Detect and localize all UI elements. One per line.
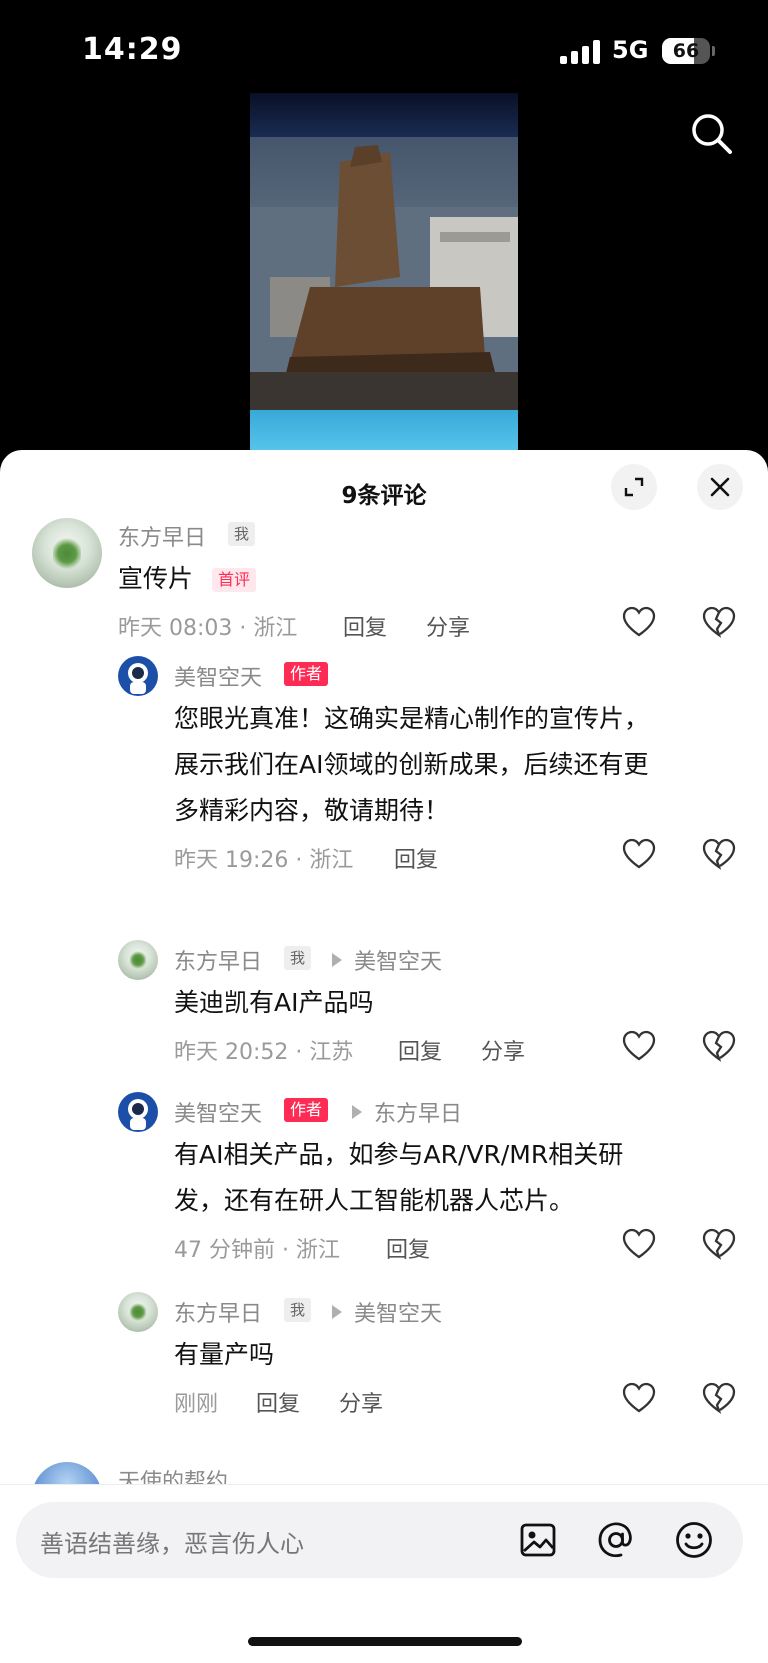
comment-time-location: 昨天 08:03 · 浙江	[118, 616, 298, 641]
reply-username[interactable]: 美智空天	[174, 660, 262, 692]
first-comment-badge: 首评	[212, 568, 257, 592]
reply-time-location: 47 分钟前 · 浙江	[174, 1238, 340, 1263]
reply-text-line-2: 发，还有在研人工智能机器人芯片。	[174, 1186, 575, 1215]
expand-icon	[624, 477, 644, 497]
signal-icon	[560, 40, 602, 64]
network-type: 5G	[612, 36, 649, 64]
reply-username[interactable]: 东方早日	[174, 944, 262, 976]
author-badge: 作者	[284, 1098, 329, 1122]
reply-to-username[interactable]: 美智空天	[354, 944, 442, 976]
reply-to-username[interactable]: 东方早日	[374, 1096, 462, 1128]
reply-arrow-icon	[332, 1305, 342, 1319]
home-indicator	[248, 1637, 522, 1646]
reply-username[interactable]: 东方早日	[174, 1296, 262, 1328]
reply-button[interactable]: 回复	[386, 1232, 430, 1264]
broken-heart-icon[interactable]	[702, 1382, 736, 1414]
close-icon	[710, 477, 730, 497]
comment-input-placeholder: 善语结善缘，恶言伤人心	[40, 1530, 304, 1558]
share-button[interactable]: 分享	[481, 1034, 525, 1066]
me-badge: 我	[284, 1298, 312, 1322]
video-thumbnail[interactable]	[250, 93, 518, 450]
input-divider	[0, 1484, 768, 1485]
comment-input[interactable]: 善语结善缘，恶言伤人心	[16, 1502, 743, 1578]
reply-text-line-2: 展示我们在AI领域的创新成果，后续还有更	[174, 750, 649, 779]
astronaut-icon	[128, 1099, 148, 1130]
reply-arrow-icon	[352, 1105, 362, 1119]
monument-illustration	[250, 145, 518, 412]
battery-level: 66	[672, 40, 700, 62]
reply-username[interactable]: 美智空天	[174, 1096, 262, 1128]
battery-icon: 66	[662, 38, 710, 64]
avatar[interactable]	[32, 518, 102, 588]
reply-time-location: 昨天 19:26 · 浙江	[174, 848, 354, 873]
avatar[interactable]	[118, 656, 158, 696]
expand-button[interactable]	[611, 464, 657, 510]
image-icon[interactable]	[518, 1520, 558, 1560]
share-button[interactable]: 分享	[426, 610, 470, 642]
close-button[interactable]	[697, 464, 743, 510]
reply-to-username[interactable]: 美智空天	[354, 1296, 442, 1328]
avatar[interactable]	[118, 940, 158, 980]
search-icon[interactable]	[690, 112, 734, 156]
avatar[interactable]	[118, 1092, 158, 1132]
reply-time: 刚刚	[174, 1392, 219, 1417]
reply-text-line-1: 有AI相关产品，如参与AR/VR/MR相关研	[174, 1140, 624, 1169]
reply-arrow-icon	[332, 953, 342, 967]
reply-text: 有量产吗	[174, 1340, 275, 1369]
reply-text: 美迪凯有AI产品吗	[174, 988, 374, 1017]
reply-time-location: 昨天 20:52 · 江苏	[174, 1040, 354, 1065]
heart-icon[interactable]	[622, 1382, 656, 1414]
reply-text-line-3: 多精彩内容，敬请期待！	[174, 796, 450, 825]
reply-button[interactable]: 回复	[394, 842, 438, 874]
broken-heart-icon[interactable]	[702, 1228, 736, 1260]
broken-heart-icon[interactable]	[702, 838, 736, 870]
author-badge: 作者	[284, 662, 329, 686]
broken-heart-icon[interactable]	[702, 606, 736, 638]
comment-username[interactable]: 东方早日	[118, 520, 206, 552]
status-bar: 14:29 5G 66	[0, 0, 768, 100]
battery-cap	[712, 46, 715, 56]
status-time: 14:29	[82, 32, 183, 67]
broken-heart-icon[interactable]	[702, 1030, 736, 1062]
astronaut-icon	[128, 663, 148, 694]
heart-icon[interactable]	[622, 1228, 656, 1260]
me-badge: 我	[228, 522, 256, 546]
emoji-icon[interactable]	[674, 1520, 714, 1560]
reply-button[interactable]: 回复	[343, 610, 387, 642]
heart-icon[interactable]	[622, 606, 656, 638]
video-sky	[250, 93, 518, 137]
heart-icon[interactable]	[622, 838, 656, 870]
avatar[interactable]	[118, 1292, 158, 1332]
comment-sheet: 9条评论 东方早日 我 宣传片 首评 昨天 08:03 · 浙江 回复 分享 美…	[0, 450, 768, 1663]
reply-button[interactable]: 回复	[398, 1034, 442, 1066]
video-frame	[250, 137, 518, 412]
share-button[interactable]: 分享	[339, 1386, 383, 1418]
comment-text: 宣传片	[118, 564, 194, 593]
reply-button[interactable]: 回复	[256, 1386, 300, 1418]
reply-text-line-1: 您眼光真准！这确实是精心制作的宣传片，	[174, 704, 650, 733]
me-badge: 我	[284, 946, 312, 970]
at-icon[interactable]	[596, 1520, 636, 1560]
heart-icon[interactable]	[622, 1030, 656, 1062]
video-water	[250, 410, 518, 450]
